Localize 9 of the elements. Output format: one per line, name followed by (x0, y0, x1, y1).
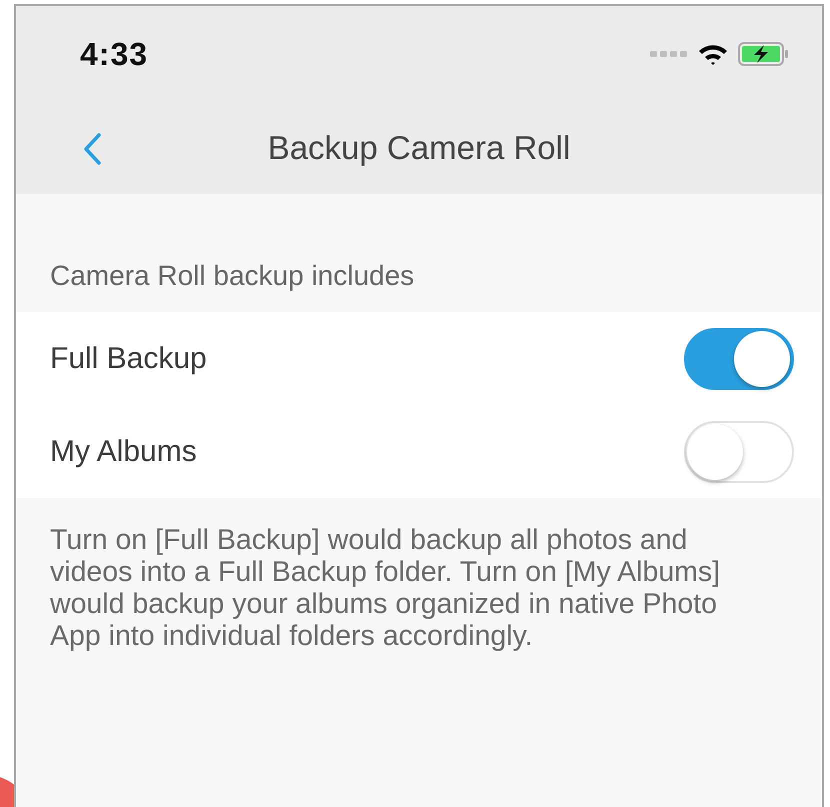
row-label: My Albums (50, 434, 197, 468)
status-time: 4:33 (80, 36, 148, 72)
row-label: Full Backup (50, 342, 207, 376)
screen-title: Backup Camera Roll (268, 129, 570, 167)
battery-charging-icon (738, 42, 790, 66)
footer-description: Turn on [Full Backup] would backup all photos and videos into a Full Backup folder. Turn on [My Albums] would backup your albums organized in native Photo App into individual folders accordingly. (49, 523, 722, 652)
signal-icon (650, 50, 688, 58)
section-header: Camera Roll backup includes (49, 259, 416, 293)
wifi-icon (698, 43, 728, 65)
